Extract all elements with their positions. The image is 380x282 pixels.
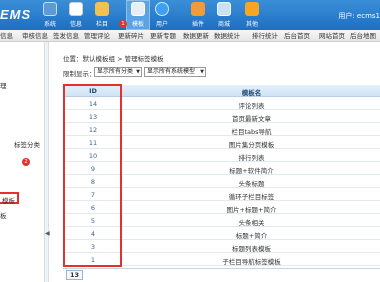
subnav-item[interactable]: 签发信息	[53, 31, 79, 41]
topnav-template[interactable]: 模板	[126, 0, 150, 30]
model-select[interactable]: 显示所有系统模型 ▼	[144, 67, 206, 77]
model-select-value: 显示所有系统模型	[147, 68, 196, 75]
app-logo: EMS	[0, 7, 32, 22]
subnav-item[interactable]: 排行统计	[252, 31, 278, 41]
topnav-system[interactable]: 系统	[38, 0, 62, 30]
sidebar-item-bottom[interactable]: 板	[0, 210, 7, 220]
topnav-shop[interactable]: 商城	[212, 0, 236, 30]
sidebar-item-label-templates[interactable]: 模板	[2, 195, 15, 205]
template-icon	[131, 2, 145, 16]
cell-template-name[interactable]: 标题+简介	[123, 230, 380, 240]
cell-template-name[interactable]: 首页最新文章	[123, 113, 380, 123]
step-badge-1: 1	[119, 20, 127, 28]
cell-template-name[interactable]: 头条相关	[123, 217, 380, 227]
topnav-label: 信息	[69, 21, 82, 28]
subnav-item[interactable]: 后台地图	[350, 31, 376, 41]
cell-template-name[interactable]: 评论列表	[123, 100, 380, 110]
column-icon	[95, 2, 109, 16]
cell-template-name[interactable]: 循环子栏目标签	[123, 191, 380, 201]
category-select-value: 显示所有分类	[97, 68, 134, 75]
other-icon	[245, 2, 259, 16]
info-icon	[69, 2, 83, 16]
table-footer: 13	[63, 268, 380, 280]
topnav-label: 插件	[191, 21, 204, 28]
step-badge-2: 2	[22, 158, 30, 166]
topnav-label: 商城	[217, 21, 230, 28]
column-header-name[interactable]: 模板名	[123, 87, 380, 97]
cell-template-name[interactable]: 栏目tabs导航	[123, 126, 380, 136]
filter-label: 限制显示：	[63, 70, 96, 78]
topnav-label: 模板	[131, 21, 144, 28]
topnav-user[interactable]: 用户	[150, 0, 174, 30]
topnav-info[interactable]: 信息	[64, 0, 88, 30]
sidebar-item[interactable]: 标签分类	[14, 139, 40, 149]
cell-template-name[interactable]: 图片集分页模板	[123, 139, 380, 149]
topnav-label: 栏目	[95, 21, 108, 28]
subnav-item[interactable]: 信息	[0, 31, 13, 41]
category-select[interactable]: 显示所有分类 ▼	[94, 67, 142, 77]
subnav-item[interactable]: 数据更新	[183, 31, 209, 41]
system-icon	[43, 2, 57, 16]
collapse-arrow-icon[interactable]: ◀	[45, 230, 50, 237]
subnav-item[interactable]: 管理评论	[84, 31, 110, 41]
topnav-label: 其他	[245, 21, 258, 28]
topnav-plugin[interactable]: 插件	[186, 0, 210, 30]
sidebar-splitter[interactable]	[44, 42, 49, 282]
topnav-label: 用户	[155, 21, 168, 28]
cell-template-name[interactable]: 图片+标题+简介	[123, 204, 380, 214]
record-count: 13	[66, 270, 84, 280]
subnav-item[interactable]: 审核信息	[22, 31, 48, 41]
breadcrumb: 位置：默认模板组 > 管理标签模板	[63, 55, 164, 63]
user-info: 用户: ecms1	[338, 12, 380, 20]
user-icon	[155, 2, 169, 16]
subnav-item[interactable]: 更新专题	[150, 31, 176, 41]
plugin-icon	[191, 2, 205, 16]
sub-navigation: 信息 审核信息 签发信息 管理评论 更新碎片 更新专题 数据更新 数据统计 排行…	[0, 30, 380, 42]
topnav-label: 系统	[43, 21, 56, 28]
cell-template-name[interactable]: 标题列表模板	[123, 243, 380, 253]
topnav-column[interactable]: 栏目	[90, 0, 114, 30]
subnav-item[interactable]: 后台首页	[284, 31, 310, 41]
cell-template-name[interactable]: 头条标题	[123, 178, 380, 188]
cell-template-name[interactable]: 标题+软件简介	[123, 165, 380, 175]
shop-icon	[217, 2, 231, 16]
subnav-item[interactable]: 数据统计	[214, 31, 240, 41]
subnav-item[interactable]: 更新碎片	[118, 31, 144, 41]
chevron-down-icon: ▼	[136, 69, 140, 75]
topnav-other[interactable]: 其他	[240, 0, 264, 30]
id-column-highlight-box	[63, 84, 122, 267]
chevron-down-icon: ▼	[200, 69, 204, 75]
sidebar-item[interactable]: 理	[0, 80, 7, 90]
cell-template-name[interactable]: 排行列表	[123, 152, 380, 162]
cell-template-name[interactable]: 子栏目导航标签模板	[123, 256, 380, 266]
top-toolbar: EMS 系统 信息 栏目 模板 1 用户 插件 商城 其他 用户: ecms1	[0, 0, 380, 30]
subnav-item[interactable]: 网站首页	[319, 31, 345, 41]
